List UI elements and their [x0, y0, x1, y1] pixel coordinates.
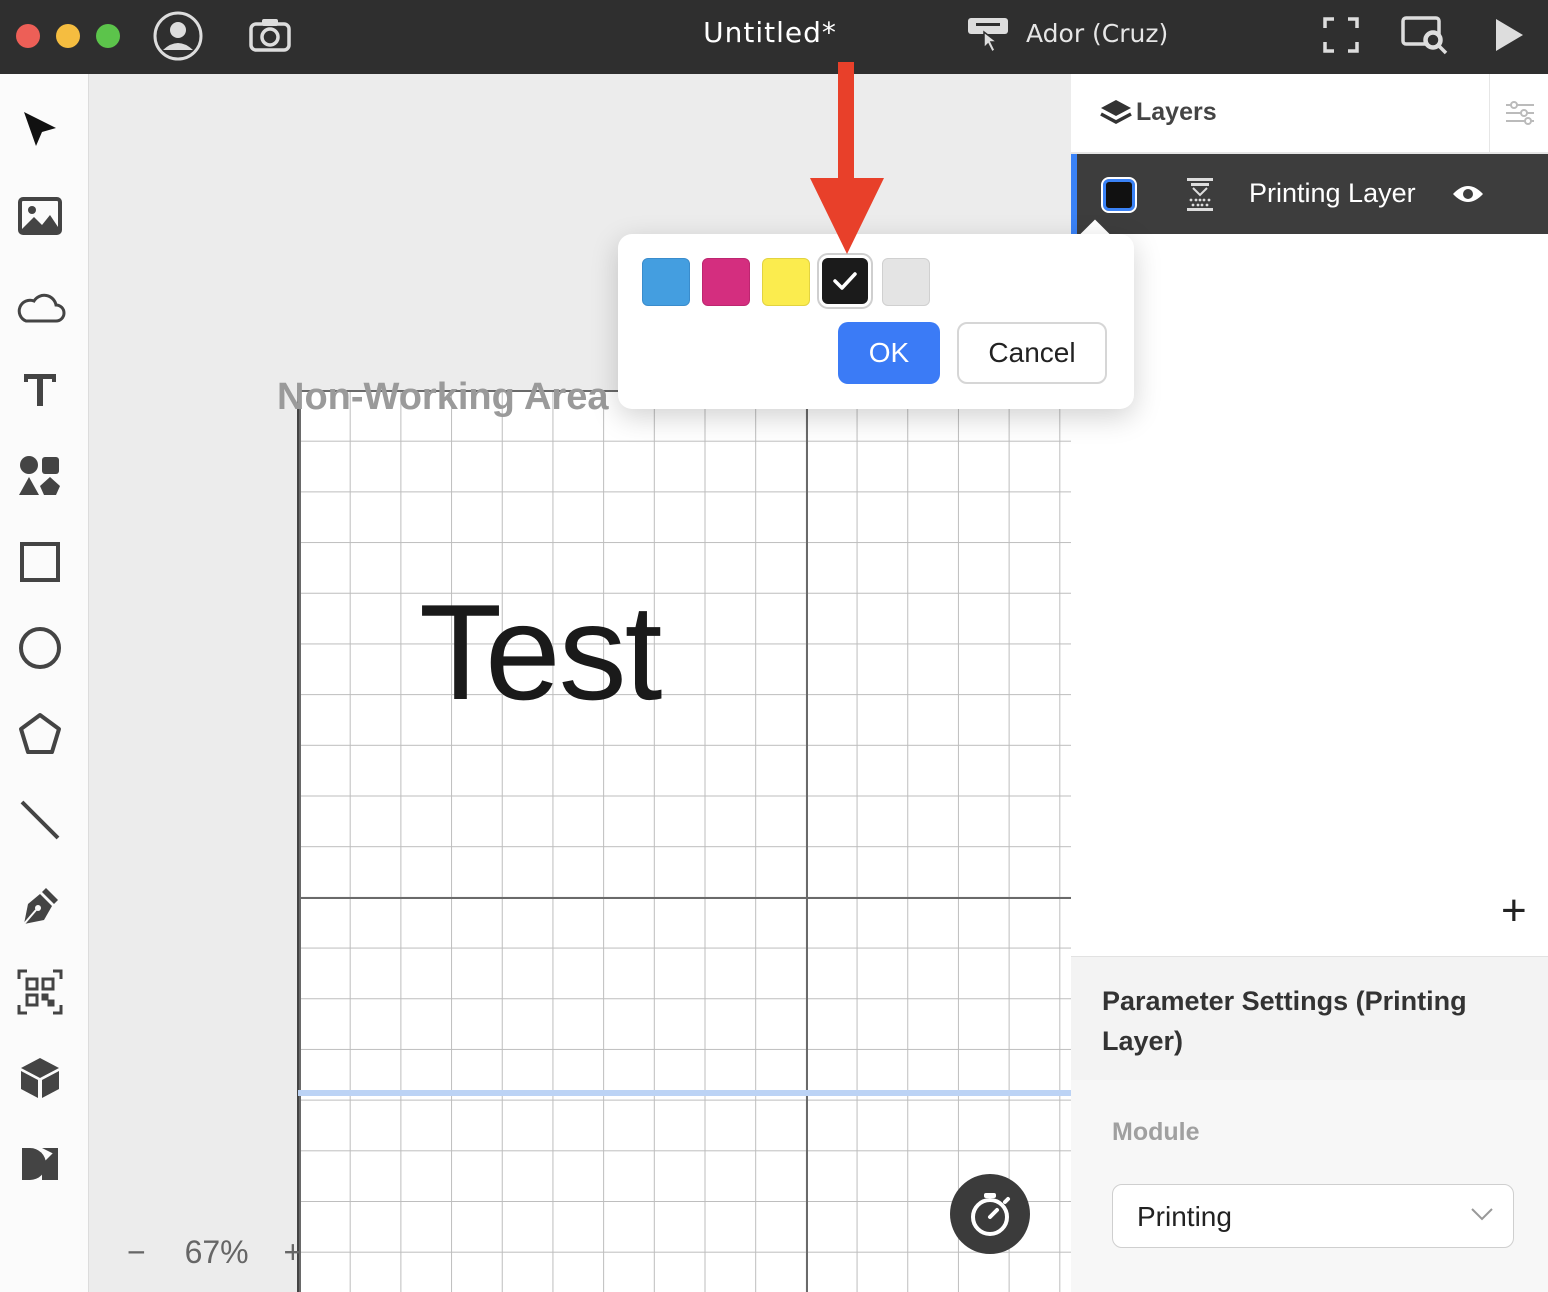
sliders-icon	[1505, 101, 1534, 125]
module-label: Module	[1112, 1118, 1200, 1146]
stopwatch-icon	[971, 1193, 1010, 1236]
qr-code-tool[interactable]	[14, 966, 66, 1018]
line-tool[interactable]	[14, 794, 66, 846]
device-select-icon[interactable]	[966, 14, 1010, 59]
module-section: Module Printing	[1071, 1080, 1548, 1292]
layers-tab[interactable]: Layers	[1071, 74, 1489, 152]
ellipse-icon	[19, 627, 61, 669]
color-swatch-white[interactable]	[882, 258, 930, 306]
3d-box-tool[interactable]	[14, 1052, 66, 1104]
eye-icon	[1453, 186, 1483, 202]
color-swatch-black[interactable]	[822, 258, 868, 304]
text-icon	[24, 374, 56, 406]
rectangle-tool[interactable]	[14, 536, 66, 588]
color-picker-popover: OK Cancel	[618, 234, 1134, 409]
3d-box-icon	[21, 1058, 59, 1098]
play-icon[interactable]	[1492, 16, 1526, 59]
layer-settings-button[interactable]	[1489, 74, 1548, 152]
rectangle-icon	[20, 542, 60, 582]
document-title: Untitled*	[703, 16, 837, 49]
add-layer-button[interactable]: +	[1501, 889, 1527, 933]
right-panel: Layers Printing Layer + Parameter Settin…	[1071, 74, 1548, 1292]
check-icon	[833, 272, 857, 290]
printing-module-icon	[1187, 178, 1213, 211]
camera-icon[interactable]	[248, 16, 292, 57]
qr-code-icon	[17, 969, 63, 1015]
zoom-out-button[interactable]: −	[127, 1234, 146, 1270]
polygon-tool[interactable]	[14, 708, 66, 760]
non-working-area-label: Non-Working Area	[277, 376, 609, 418]
cloud-tool[interactable]	[14, 282, 66, 334]
polygon-icon	[19, 713, 61, 754]
module-value: Printing	[1137, 1201, 1232, 1232]
ellipse-tool[interactable]	[14, 622, 66, 674]
parameter-settings-header: Parameter Settings (Printing Layer)	[1071, 956, 1548, 1082]
elements-icon	[19, 456, 60, 495]
user-account-icon[interactable]	[152, 10, 204, 67]
time-estimate-button[interactable]	[950, 1174, 1030, 1254]
path-preview-icon[interactable]	[1400, 14, 1450, 61]
layer-name: Printing Layer	[1249, 178, 1416, 208]
pen-tool[interactable]	[14, 880, 66, 932]
left-toolbar	[0, 74, 89, 1292]
text-object[interactable]: Test	[419, 574, 662, 730]
module-select[interactable]: Printing	[1112, 1184, 1514, 1248]
layer-color-swatch[interactable]	[1101, 177, 1137, 213]
color-swatch-magenta[interactable]	[702, 258, 750, 306]
zoom-control: − 67% +	[127, 1234, 302, 1271]
zoom-window-button[interactable]	[96, 24, 120, 48]
image-tool[interactable]	[14, 190, 66, 242]
zoom-level: 67%	[184, 1234, 249, 1270]
chevron-down-icon	[1471, 1208, 1493, 1221]
guide-line	[298, 1090, 1071, 1096]
layers-title: Layers	[1136, 98, 1217, 126]
cancel-button[interactable]: Cancel	[957, 322, 1107, 384]
color-swatch-yellow[interactable]	[762, 258, 810, 306]
parameter-settings-title: Parameter Settings (Printing Layer)	[1102, 986, 1467, 1056]
annotation-arrow	[810, 62, 884, 254]
title-bar: Untitled* Ador (Cruz)	[0, 0, 1548, 74]
ok-button[interactable]: OK	[838, 322, 940, 384]
design-market-icon	[22, 1148, 58, 1180]
zoom-in-button[interactable]: +	[284, 1234, 303, 1270]
elements-tool[interactable]	[14, 450, 66, 502]
text-tool[interactable]	[14, 364, 66, 416]
line-icon	[20, 800, 60, 840]
workarea-grid[interactable]	[297, 390, 1071, 1292]
pen-icon	[23, 888, 58, 925]
device-name[interactable]: Ador (Cruz)	[1026, 19, 1168, 48]
layers-icon	[1100, 100, 1132, 124]
layer-item-printing[interactable]: Printing Layer	[1071, 154, 1548, 234]
cloud-icon	[17, 293, 66, 323]
frame-icon[interactable]	[1322, 16, 1360, 59]
select-tool[interactable]	[14, 104, 66, 156]
minimize-window-button[interactable]	[56, 24, 80, 48]
color-swatch-cyan[interactable]	[642, 258, 690, 306]
close-window-button[interactable]	[16, 24, 40, 48]
select-icon	[24, 112, 56, 146]
design-market-tool[interactable]	[14, 1138, 66, 1190]
image-icon	[18, 197, 62, 235]
